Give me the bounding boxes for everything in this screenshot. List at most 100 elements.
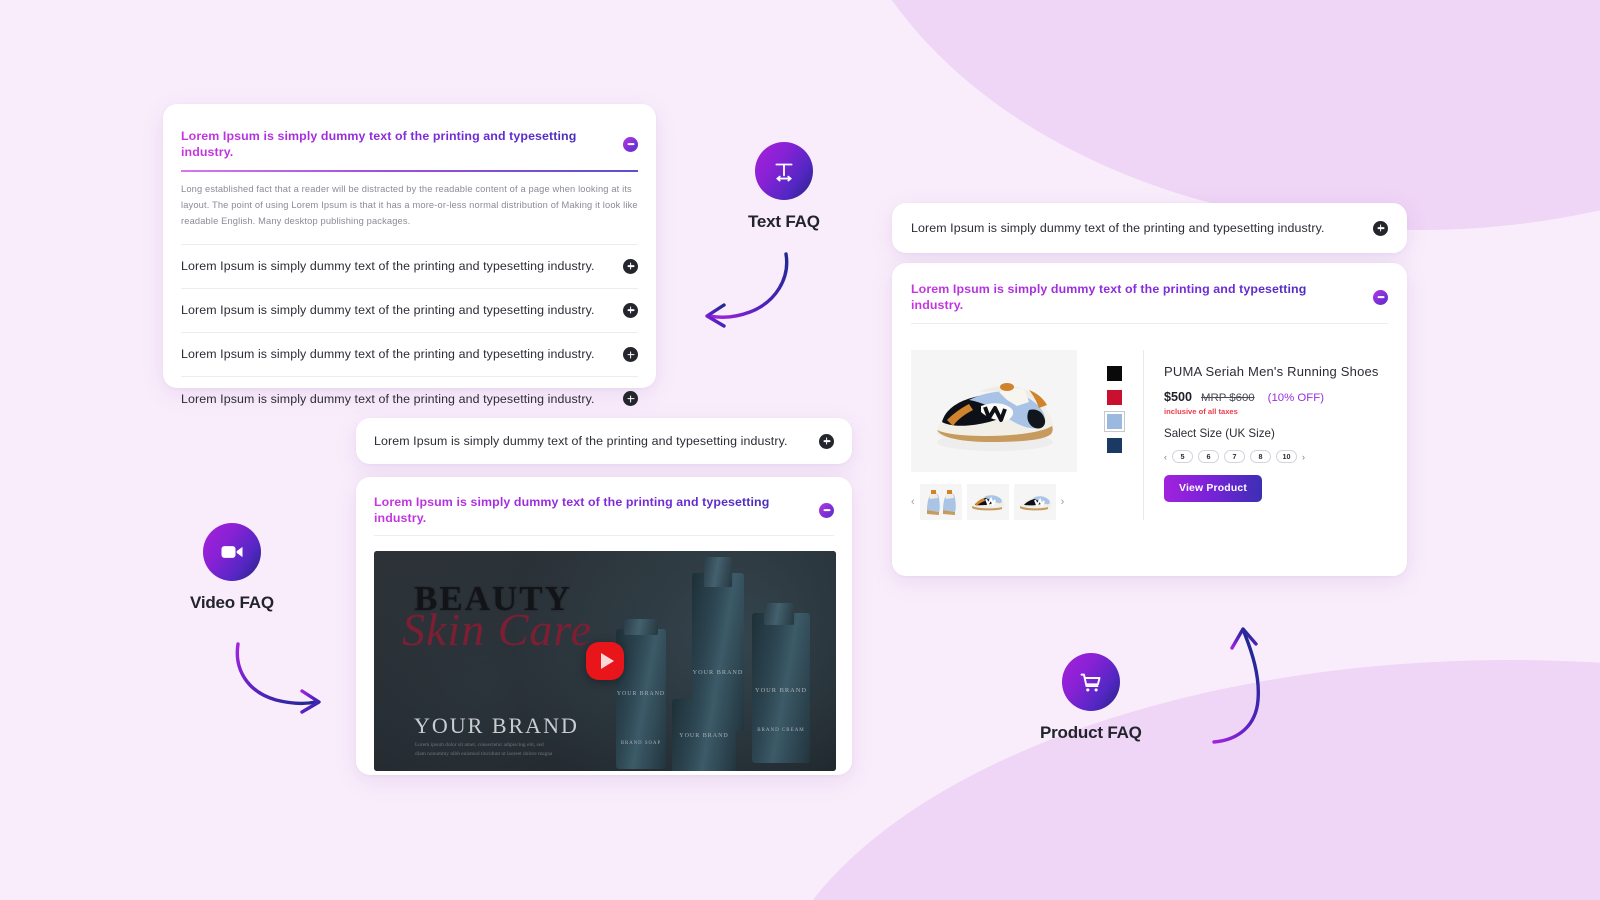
bottle-label: YOUR BRAND (616, 691, 666, 698)
size-selector: ‹ 5 6 7 8 10 › (1164, 450, 1388, 464)
color-swatch-list (1104, 350, 1143, 520)
play-button-icon[interactable] (586, 642, 624, 681)
bottle-label: YOUR BRAND (692, 669, 744, 677)
faq-question-expanded: Lorem Ipsum is simply dummy text of the … (181, 128, 609, 160)
product-thumbnail-3[interactable] (1013, 484, 1056, 521)
size-option[interactable]: 7 (1224, 450, 1245, 464)
faq-item-expanded-header[interactable]: Lorem Ipsum is simply dummy text of the … (374, 477, 834, 535)
size-prev-arrow[interactable]: ‹ (1164, 452, 1167, 462)
color-swatch-navy[interactable] (1107, 438, 1122, 454)
size-option[interactable]: 10 (1276, 450, 1297, 464)
faq-divider (374, 535, 834, 537)
product-hero-image[interactable] (911, 350, 1077, 473)
color-swatch-black[interactable] (1107, 366, 1122, 382)
faq-item-expanded-header[interactable]: Lorem Ipsum is simply dummy text of the … (911, 263, 1388, 323)
faq-question: Lorem Ipsum is simply dummy text of the … (181, 391, 595, 406)
text-format-glyph (775, 163, 793, 182)
plus-icon[interactable] (623, 258, 638, 274)
bottle-cap (624, 619, 658, 636)
faq-item-collapsed-1[interactable]: Lorem Ipsum is simply dummy text of the … (181, 245, 638, 288)
video-script-line: Skin Care (402, 604, 592, 656)
bottle-cap (764, 603, 794, 626)
arrow-product-faq (1212, 627, 1261, 744)
video-camera-glyph (221, 546, 243, 558)
faq-divider (911, 323, 1388, 325)
shopping-cart-icon (1061, 653, 1120, 711)
shoe-side-thumb (966, 484, 1009, 521)
faq-item-collapsed[interactable]: Lorem Ipsum is simply dummy text of the … (374, 433, 834, 449)
video-brand: YOUR BRAND (414, 713, 579, 739)
faq-question-expanded: Lorem Ipsum is simply dummy text of the … (911, 281, 1359, 313)
shopping-cart-glyph (1080, 673, 1101, 691)
faq-question: Lorem Ipsum is simply dummy text of the … (911, 220, 1325, 235)
faq-item-collapsed[interactable]: Lorem Ipsum is simply dummy text of the … (911, 220, 1388, 236)
shoe-illustration (937, 383, 1053, 452)
size-selector-label: Salect Size (UK Size) (1164, 427, 1275, 441)
product-gallery: ‹ › (911, 350, 1107, 521)
faq-answer-text: Long established fact that a reader will… (181, 183, 638, 226)
product-thumbnail-2[interactable] (966, 484, 1009, 521)
minus-icon[interactable] (1373, 289, 1388, 305)
product-thumbnail-1[interactable] (919, 484, 962, 521)
page-root: Lorem Ipsum is simply dummy text of the … (0, 0, 1600, 900)
shoe-angle-thumb (1013, 484, 1056, 521)
plus-icon[interactable] (623, 347, 638, 363)
product-bottle-front: YOUR BRAND (672, 699, 736, 772)
faq-item-collapsed-4[interactable]: Lorem Ipsum is simply dummy text of the … (181, 377, 638, 420)
size-option[interactable]: 5 (1172, 450, 1193, 464)
background-blob-top-right (830, 0, 1600, 230)
text-faq-card: Lorem Ipsum is simply dummy text of the … (163, 104, 656, 407)
product-mrp: MRP $600 (1201, 392, 1255, 405)
product-bottle-right: YOUR BRAND BRAND CREAM (752, 613, 810, 764)
product-faq-card: Lorem Ipsum is simply dummy text of the … (892, 263, 1407, 576)
gallery-next-arrow[interactable]: › (1061, 496, 1065, 508)
product-info: PUMA Seriah Men's Running Shoes $500 MRP… (1164, 350, 1388, 520)
faq-item-collapsed-3[interactable]: Lorem Ipsum is simply dummy text of the … (181, 333, 638, 376)
plus-icon[interactable] (623, 391, 638, 407)
faq-question-expanded: Lorem Ipsum is simply dummy text of the … (374, 494, 805, 526)
size-option[interactable]: 6 (1198, 450, 1219, 464)
vertical-divider (1143, 350, 1144, 521)
badge-label: Text FAQ (748, 212, 820, 231)
text-format-icon (754, 142, 813, 200)
plus-icon[interactable] (623, 302, 638, 318)
product-bottle-left: YOUR BRAND BRAND SOAP (616, 629, 666, 770)
video-faq-card: Lorem Ipsum is simply dummy text of the … (356, 477, 852, 775)
faq-item-collapsed-2[interactable]: Lorem Ipsum is simply dummy text of the … (181, 289, 638, 332)
minus-icon[interactable] (819, 502, 834, 518)
minus-icon[interactable] (623, 136, 638, 152)
product-discount: (10% OFF) (1267, 392, 1324, 405)
faq-question: Lorem Ipsum is simply dummy text of the … (374, 433, 788, 448)
video-thumbnail[interactable]: YOUR BRAND YOUR BRAND BRAND CREAM YOUR B… (374, 551, 836, 772)
video-brand-sub: Lorem ipsum dolor sit amet, consectetur … (415, 742, 553, 757)
color-swatch-light-blue[interactable] (1104, 411, 1125, 433)
faq-item-expanded-header[interactable]: Lorem Ipsum is simply dummy text of the … (181, 104, 638, 170)
view-product-button[interactable]: View Product (1164, 475, 1263, 503)
size-next-arrow[interactable]: › (1302, 452, 1305, 462)
arrow-video-faq (235, 642, 321, 714)
bottle-label: YOUR BRAND (679, 733, 729, 740)
video-faq-collapsed-card[interactable]: Lorem Ipsum is simply dummy text of the … (356, 418, 852, 464)
product-faq-collapsed-card[interactable]: Lorem Ipsum is simply dummy text of the … (892, 203, 1407, 253)
thumbnail-carousel: ‹ › (911, 484, 1107, 521)
bottle-label-sub: BRAND SOAP (620, 741, 662, 747)
faq-question: Lorem Ipsum is simply dummy text of the … (181, 303, 595, 318)
size-option[interactable]: 8 (1250, 450, 1271, 464)
background-blob-bottom (760, 660, 1600, 900)
plus-icon[interactable] (1373, 220, 1388, 236)
bottle-label: YOUR BRAND (754, 687, 808, 695)
faq-question: Lorem Ipsum is simply dummy text of the … (181, 347, 595, 362)
badge-label: Product FAQ (1040, 723, 1142, 742)
bottle-label-sub: BRAND CREAM (757, 728, 805, 734)
badge-text-faq: Text FAQ (748, 142, 820, 232)
product-detail: ‹ › PUMA Seriah Men's Running Shoes $500… (911, 350, 1388, 521)
color-swatch-red[interactable] (1107, 390, 1122, 406)
product-title: PUMA Seriah Men's Running Shoes (1164, 364, 1379, 380)
badge-product-faq: Product FAQ (1040, 653, 1142, 743)
plus-icon[interactable] (819, 433, 834, 449)
product-price: $500 (1164, 390, 1193, 405)
badge-label: Video FAQ (190, 593, 274, 612)
badge-video-faq: Video FAQ (190, 523, 274, 613)
faq-question: Lorem Ipsum is simply dummy text of the … (181, 259, 595, 274)
gallery-prev-arrow[interactable]: ‹ (911, 496, 915, 508)
